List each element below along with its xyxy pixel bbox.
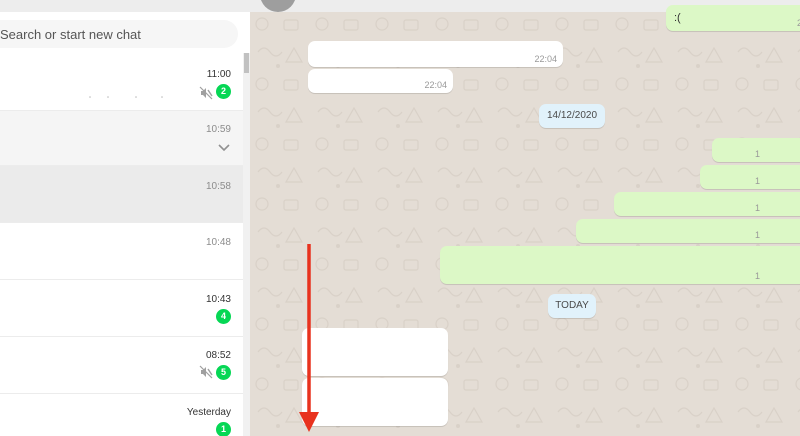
- message-text: :(: [674, 12, 681, 24]
- sidebar-scrollbar[interactable]: [243, 53, 250, 436]
- chat-time: 10:59: [205, 124, 231, 135]
- outgoing-message[interactable]: 1: [576, 219, 800, 243]
- incoming-message[interactable]: [302, 378, 448, 426]
- muted-speaker-icon: [199, 365, 213, 379]
- scrollbar-thumb[interactable]: [244, 53, 249, 73]
- muted-speaker-icon: [199, 86, 213, 100]
- contact-avatar[interactable]: [260, 0, 296, 12]
- outgoing-message[interactable]: 1: [712, 138, 800, 162]
- incoming-message[interactable]: 22:04: [308, 41, 563, 67]
- chat-list-item[interactable]: 08:52 5: [0, 337, 243, 394]
- message-time: 1: [754, 230, 760, 240]
- chat-list-item[interactable]: 10:58: [0, 166, 243, 223]
- search-box[interactable]: [0, 20, 238, 48]
- chat-list-item[interactable]: Yesterday 1: [0, 394, 243, 436]
- message-time: 1: [754, 176, 760, 186]
- date-divider: TODAY: [548, 294, 596, 318]
- search-input[interactable]: [0, 20, 238, 48]
- message-preview-dots: [89, 96, 163, 98]
- message-time: 22:04: [424, 80, 447, 90]
- message-time: 1: [754, 203, 760, 213]
- chat-time: 08:52: [205, 350, 231, 361]
- chat-time: 11:00: [206, 69, 231, 80]
- message-time: 22:04: [534, 54, 557, 64]
- unread-badge: 5: [216, 365, 231, 380]
- incoming-message[interactable]: [302, 328, 448, 376]
- message-time: 1: [754, 271, 760, 281]
- outgoing-message[interactable]: :( 2: [666, 5, 800, 31]
- chevron-down-icon[interactable]: [217, 143, 231, 153]
- sidebar-header: [0, 0, 250, 12]
- outgoing-message[interactable]: 1: [700, 165, 800, 189]
- chat-time: 10:58: [205, 181, 231, 192]
- chat-list-item[interactable]: 10:59: [0, 111, 243, 166]
- chat-list-item[interactable]: 11:00 2: [0, 56, 243, 111]
- incoming-message[interactable]: 22:04: [308, 69, 453, 93]
- chat-time: 10:43: [205, 294, 231, 305]
- conversation-panel: :( 2 22:04 22:04 14/12/2020 1 1 1 1 1 TO…: [250, 0, 800, 436]
- unread-badge: 4: [216, 309, 231, 324]
- outgoing-message[interactable]: 1: [440, 246, 800, 284]
- unread-badge: 1: [216, 422, 231, 436]
- unread-badge: 2: [216, 84, 231, 99]
- red-annotation-arrow: [299, 244, 319, 432]
- date-divider: 14/12/2020: [539, 104, 605, 128]
- chat-list-item[interactable]: 10:48: [0, 223, 243, 280]
- chat-time: 10:48: [205, 237, 231, 248]
- chat-time: Yesterday: [186, 407, 231, 418]
- chat-list-item[interactable]: 10:43 4: [0, 280, 243, 337]
- outgoing-message[interactable]: 1: [614, 192, 800, 216]
- chat-list-sidebar: 11:00 2 10:59 10:58 10:48 10:43 4 08:52: [0, 0, 251, 436]
- message-time: 1: [754, 149, 760, 159]
